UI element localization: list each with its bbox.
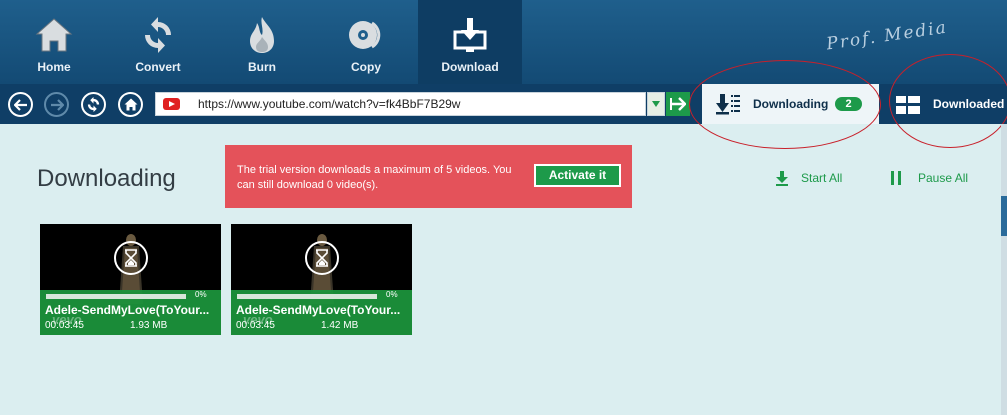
hourglass-icon (305, 241, 339, 275)
arrow-right-icon (50, 98, 64, 111)
download-icon (418, 14, 522, 56)
url-input[interactable] (198, 95, 638, 113)
youtube-icon (163, 98, 180, 110)
hourglass-icon (114, 241, 148, 275)
trial-message: The trial version downloads a maximum of… (237, 164, 512, 191)
go-download-button[interactable] (666, 92, 690, 116)
scrollbar-track[interactable] (1001, 124, 1007, 415)
toolbar-convert-label: Convert (135, 60, 181, 74)
video-card-info: 0% vevo Adele-SendMyLove(ToYour... 00:03… (40, 290, 221, 335)
tab-downloading[interactable]: Downloading 2 (702, 84, 879, 124)
tab-downloading-label: Downloading (753, 97, 829, 111)
chevron-down-icon (652, 101, 660, 107)
toolbar-burn-label: Burn (248, 60, 276, 74)
trial-notice: The trial version downloads a maximum of… (225, 145, 632, 208)
home-icon (2, 14, 106, 56)
toolbar-copy-label: Copy (351, 60, 381, 74)
copy-icon (314, 14, 418, 56)
home-icon (124, 98, 137, 111)
start-all-label: Start All (801, 171, 843, 185)
refresh-icon (87, 97, 100, 112)
tab-downloaded-label: Downloaded (933, 97, 1005, 111)
home-nav-button[interactable] (118, 92, 143, 117)
download-progress-text: 0% (195, 290, 207, 299)
burn-icon (210, 14, 314, 56)
back-button[interactable] (8, 92, 33, 117)
arrow-left-icon (13, 98, 27, 111)
activate-button[interactable]: Activate it (534, 164, 621, 187)
video-size: 1.93 MB (130, 320, 168, 331)
video-card-info: 0% vevo Adele-SendMyLove(ToYour... 00:03… (231, 290, 412, 335)
brand-logo: Prof. Media (825, 17, 950, 55)
download-progress-bar (46, 294, 186, 299)
downloading-count-badge: 2 (835, 97, 862, 111)
convert-icon (106, 14, 210, 56)
toolbar-download-label: Download (441, 60, 499, 74)
video-duration: 00:03:45 (45, 320, 84, 331)
video-card[interactable]: 0% vevo Adele-SendMyLove(ToYour... 00:03… (231, 224, 412, 335)
pause-all-button[interactable]: Pause All (890, 168, 968, 188)
toolbar-home-button[interactable]: Home (2, 0, 106, 84)
scrollbar-thumb[interactable] (1001, 196, 1007, 236)
download-arrow-icon (776, 170, 788, 186)
video-title: Adele-SendMyLove(ToYour... (45, 303, 210, 317)
toolbar-convert-button[interactable]: Convert (106, 0, 210, 84)
download-list-icon (716, 94, 740, 115)
start-all-button[interactable]: Start All (775, 168, 842, 188)
toolbar-home-label: Home (37, 60, 71, 74)
url-field[interactable] (155, 92, 646, 116)
forward-button[interactable] (44, 92, 69, 117)
video-title: Adele-SendMyLove(ToYour... (236, 303, 401, 317)
video-size: 1.42 MB (321, 320, 359, 331)
pause-all-label: Pause All (918, 171, 969, 185)
video-card[interactable]: 0% vevo Adele-SendMyLove(ToYour... 00:03… (40, 224, 221, 335)
url-dropdown-button[interactable] (647, 92, 665, 116)
grid-icon (896, 96, 920, 114)
refresh-button[interactable] (81, 92, 106, 117)
main-toolbar: Home Convert Burn Copy Download Prof. Me… (0, 0, 1007, 84)
download-progress-bar (237, 294, 377, 299)
toolbar-burn-button[interactable]: Burn (210, 0, 314, 84)
download-progress-text: 0% (386, 290, 398, 299)
toolbar-copy-button[interactable]: Copy (314, 0, 418, 84)
page-title: Downloading (37, 165, 176, 192)
video-duration: 00:03:45 (236, 320, 275, 331)
arrow-right-icon (670, 97, 686, 111)
tab-downloaded[interactable]: Downloaded (881, 84, 1007, 124)
pause-icon (891, 171, 901, 185)
toolbar-download-button[interactable]: Download (418, 0, 522, 84)
